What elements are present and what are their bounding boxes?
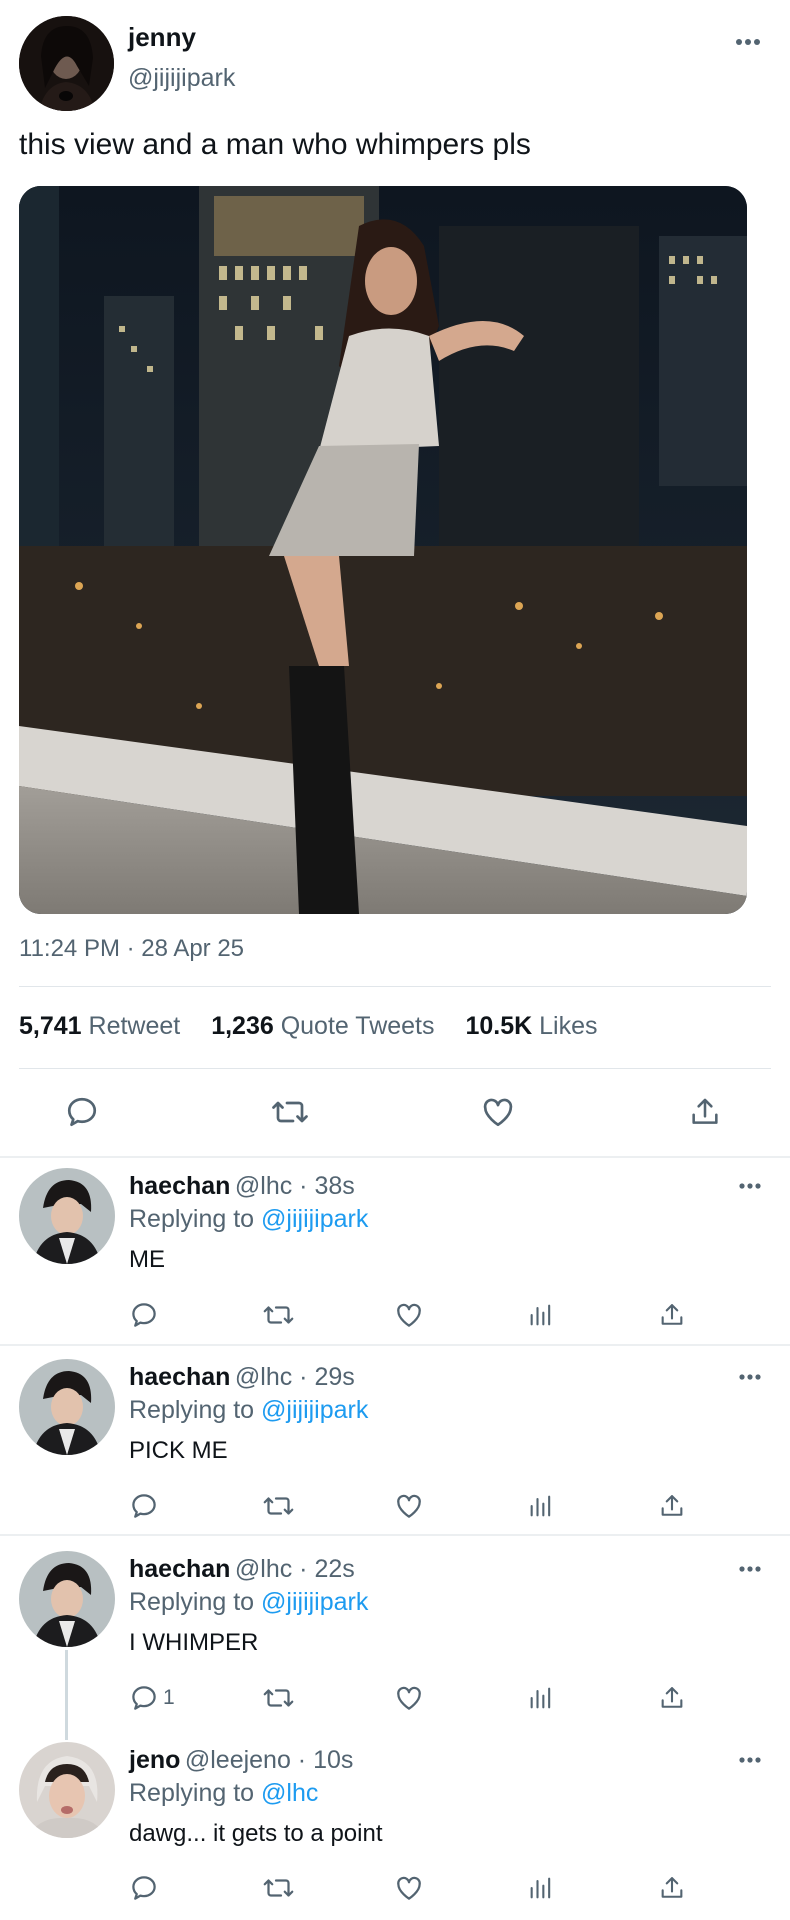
retweet-icon[interactable] xyxy=(262,1491,295,1521)
more-options-icon[interactable] xyxy=(738,1182,762,1190)
replying-to: Replying to @jijijipark xyxy=(129,1396,368,1425)
tweet-text: this view and a man who whimpers pls xyxy=(19,128,531,161)
reply-header: jeno @leejeno · 10s xyxy=(129,1746,353,1775)
replying-prefix: Replying to xyxy=(129,1588,255,1616)
like-icon[interactable] xyxy=(394,1300,424,1330)
tweet-timestamp[interactable]: 11:24 PM · 28 Apr 25 xyxy=(19,935,244,963)
replying-to-link[interactable]: @jijijipark xyxy=(261,1205,368,1233)
replying-prefix: Replying to xyxy=(129,1396,255,1424)
share-icon[interactable] xyxy=(658,1683,686,1713)
retweet-icon[interactable] xyxy=(262,1873,295,1903)
reply-text: ME xyxy=(129,1246,165,1273)
quote-label[interactable]: Quote Tweets xyxy=(281,1012,435,1040)
retweet-count[interactable]: 5,741 xyxy=(19,1012,82,1040)
like-icon[interactable] xyxy=(480,1094,516,1130)
analytics-icon[interactable] xyxy=(527,1300,555,1330)
reply-header: haechan @lhc · 29s xyxy=(129,1363,355,1392)
reply-name[interactable]: jeno xyxy=(129,1746,180,1774)
reply-text: PICK ME xyxy=(129,1437,228,1464)
more-options-icon[interactable] xyxy=(738,1565,762,1573)
reply-name[interactable]: haechan xyxy=(129,1363,230,1391)
reply-handle-time[interactable]: @leejeno · 10s xyxy=(185,1746,354,1774)
divider xyxy=(19,1068,771,1069)
share-icon[interactable] xyxy=(658,1491,686,1521)
reply-avatar[interactable] xyxy=(19,1742,115,1838)
reply-icon[interactable] xyxy=(129,1300,159,1330)
reply-icon[interactable] xyxy=(129,1873,159,1903)
reply-text: I WHIMPER xyxy=(129,1629,259,1656)
reply-handle-time[interactable]: @lhc · 29s xyxy=(235,1363,355,1391)
reply-text: dawg... it gets to a point xyxy=(129,1820,383,1847)
author-avatar[interactable] xyxy=(19,16,114,111)
more-options-icon[interactable] xyxy=(738,1373,762,1381)
reply-icon[interactable] xyxy=(64,1094,100,1130)
replying-to-link[interactable]: @lhc xyxy=(261,1779,318,1807)
share-icon[interactable] xyxy=(658,1873,686,1903)
replying-prefix: Replying to xyxy=(129,1205,255,1233)
replying-to-link[interactable]: @jijijipark xyxy=(261,1396,368,1424)
quote-count[interactable]: 1,236 xyxy=(211,1012,274,1040)
reply-icon[interactable] xyxy=(129,1491,159,1521)
like-count[interactable]: 10.5K xyxy=(465,1012,532,1040)
reply-icon[interactable]: 1 xyxy=(129,1683,175,1713)
like-label[interactable]: Likes xyxy=(539,1012,597,1040)
analytics-icon[interactable] xyxy=(527,1683,555,1713)
retweet-icon[interactable] xyxy=(270,1094,310,1130)
tweet-photo[interactable] xyxy=(19,186,747,914)
more-options-icon[interactable] xyxy=(738,1756,762,1764)
share-icon[interactable] xyxy=(658,1300,686,1330)
replying-to: Replying to @jijijipark xyxy=(129,1588,368,1617)
reply-handle-time[interactable]: @lhc · 22s xyxy=(235,1555,355,1583)
reply-avatar[interactable] xyxy=(19,1168,115,1264)
reply-name[interactable]: haechan xyxy=(129,1555,230,1583)
reply-header: haechan @lhc · 38s xyxy=(129,1172,355,1201)
retweet-label[interactable]: Retweet xyxy=(89,1012,181,1040)
reply-handle-time[interactable]: @lhc · 38s xyxy=(235,1172,355,1200)
replying-to: Replying to @lhc xyxy=(129,1779,318,1808)
analytics-icon[interactable] xyxy=(527,1491,555,1521)
like-icon[interactable] xyxy=(394,1683,424,1713)
replying-to-link[interactable]: @jijijipark xyxy=(261,1588,368,1616)
replying-to: Replying to @jijijipark xyxy=(129,1205,368,1234)
reply-avatar[interactable] xyxy=(19,1551,115,1647)
retweet-icon[interactable] xyxy=(262,1300,295,1330)
author-handle[interactable]: @jijijipark xyxy=(128,64,235,93)
author-name[interactable]: jenny xyxy=(128,22,196,53)
more-options-icon[interactable] xyxy=(735,38,761,46)
reply-avatar[interactable] xyxy=(19,1359,115,1455)
divider xyxy=(19,986,771,987)
reply-count: 1 xyxy=(163,1686,175,1709)
retweet-icon[interactable] xyxy=(262,1683,295,1713)
thread-line xyxy=(65,1650,68,1740)
analytics-icon[interactable] xyxy=(527,1873,555,1903)
tweet-stats: 5,741 Retweet 1,236 Quote Tweets 10.5K L… xyxy=(19,1012,598,1041)
like-icon[interactable] xyxy=(394,1491,424,1521)
share-icon[interactable] xyxy=(688,1094,722,1130)
reply-name[interactable]: haechan xyxy=(129,1172,230,1200)
reply-header: haechan @lhc · 22s xyxy=(129,1555,355,1584)
like-icon[interactable] xyxy=(394,1873,424,1903)
replying-prefix: Replying to xyxy=(129,1779,255,1807)
